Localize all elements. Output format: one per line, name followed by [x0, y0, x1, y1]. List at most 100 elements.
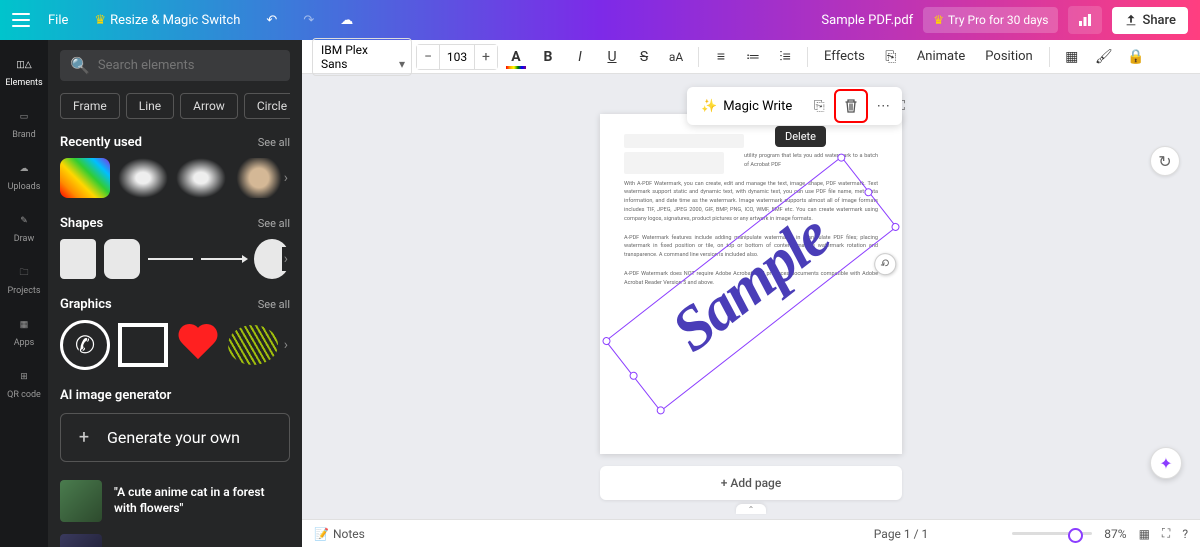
font-family-select[interactable]: IBM Plex Sans	[312, 38, 412, 76]
page-indicator: Page 1 / 1	[874, 527, 929, 541]
scroll-right-icon[interactable]: ›	[282, 166, 290, 190]
fullscreen-button[interactable]: ⛶	[1162, 526, 1170, 541]
scroll-right-icon[interactable]: ›	[282, 333, 290, 357]
upload-icon	[1124, 13, 1138, 27]
notes-button[interactable]: 📝 Notes	[314, 527, 365, 541]
text-case-button[interactable]: aA	[662, 43, 690, 71]
delete-button[interactable]	[836, 91, 866, 121]
graphic-briefcase[interactable]	[118, 323, 168, 367]
bold-button[interactable]: B	[534, 43, 562, 71]
font-size-input[interactable]	[439, 45, 475, 69]
align-button[interactable]: ≡	[707, 43, 735, 71]
chip-arrow[interactable]: Arrow	[180, 93, 238, 119]
rail-uploads[interactable]: ☁Uploads	[0, 150, 48, 200]
spacing-button[interactable]: ⫶≡	[771, 43, 799, 71]
ai-prompt-1[interactable]: "A cute anime cat in a forest with flowe…	[60, 474, 290, 528]
search-icon: 🔍	[70, 56, 90, 75]
rail-brand[interactable]: ▭Brand	[0, 98, 48, 148]
effects-button[interactable]: Effects	[816, 45, 873, 68]
zoom-slider[interactable]	[1012, 532, 1092, 535]
menu-icon[interactable]	[12, 13, 30, 27]
redo-button[interactable]: ↷	[295, 7, 322, 34]
transparency-button[interactable]: ▦	[1058, 43, 1086, 71]
rail-elements[interactable]: ◫△Elements	[0, 46, 48, 96]
plus-icon: +	[75, 429, 93, 447]
shapes-icon: ◫△	[14, 55, 34, 75]
search-input[interactable]	[98, 58, 280, 73]
prompt-thumbnail	[60, 534, 102, 547]
more-options-button[interactable]: ⋯	[868, 91, 898, 121]
resize-magic-switch-button[interactable]: ♛Resize & Magic Switch	[86, 7, 248, 34]
search-bar[interactable]: 🔍	[60, 50, 290, 81]
element-wing-right[interactable]	[176, 158, 226, 198]
generate-label: Generate your own	[107, 428, 240, 447]
recently-used-see-all[interactable]: See all	[258, 136, 290, 149]
rail-draw[interactable]: ✎Draw	[0, 202, 48, 252]
file-menu[interactable]: File	[40, 7, 76, 34]
document-page[interactable]: utility program that lets you add waterm…	[600, 114, 902, 454]
add-page-button[interactable]: + Add page	[600, 466, 902, 500]
undo-button[interactable]: ↶	[258, 7, 285, 34]
generate-your-own-button[interactable]: + Generate your own	[60, 413, 290, 462]
magic-write-button[interactable]: ✨Magic Write	[691, 91, 802, 121]
copy-style-button[interactable]: ⎘	[877, 43, 905, 71]
assistant-fab[interactable]: ✦	[1150, 447, 1182, 479]
canvas-stage[interactable]: ✨Magic Write ⎘ ⋯ 🔗 ⛶ Delete ↻ utility pr…	[302, 74, 1200, 519]
ai-prompt-2[interactable]: "Gothic castle surrounded by	[60, 528, 290, 547]
font-size-increase[interactable]: +	[475, 45, 497, 69]
element-rainbow[interactable]	[60, 158, 110, 198]
delete-tooltip: Delete	[775, 126, 826, 147]
refresh-button[interactable]: ↻	[1150, 146, 1180, 176]
graphics-title: Graphics	[60, 297, 112, 312]
rail-apps[interactable]: ▦Apps	[0, 306, 48, 356]
recently-used-title: Recently used	[60, 135, 142, 150]
copy-style-icon[interactable]: 🖌	[1090, 43, 1118, 71]
strikethrough-button[interactable]: S	[630, 43, 658, 71]
zoom-level[interactable]: 87%	[1104, 527, 1126, 541]
graphic-phone[interactable]: ✆	[60, 320, 110, 370]
shape-square[interactable]	[60, 239, 96, 279]
cloud-sync-icon[interactable]: ☁	[332, 7, 361, 34]
lock-button[interactable]: 🔒	[1122, 43, 1150, 71]
rail-projects[interactable]: 🗀Projects	[0, 254, 48, 304]
element-feather[interactable]	[234, 158, 284, 198]
magic-wand-icon: ✨	[701, 99, 717, 114]
qr-icon: ⊞	[14, 367, 34, 387]
shape-arrow[interactable]	[201, 258, 246, 260]
canvas-area: IBM Plex Sans − + A B I U S aA ≡ ≔ ⫶≡ Ef…	[302, 40, 1200, 547]
page-paragraph: utility program that lets you add waterm…	[744, 152, 878, 170]
analytics-button[interactable]	[1068, 6, 1102, 34]
try-pro-button[interactable]: ♛Try Pro for 30 days	[923, 7, 1058, 33]
underline-button[interactable]: U	[598, 43, 626, 71]
document-title[interactable]: Sample PDF.pdf	[821, 13, 913, 28]
pencil-icon: ✎	[14, 211, 34, 231]
rail-qrcode[interactable]: ⊞QR code	[0, 358, 48, 408]
chip-frame[interactable]: Frame	[60, 93, 120, 119]
text-color-button[interactable]: A	[502, 43, 530, 71]
position-button[interactable]: Position	[977, 45, 1040, 68]
help-button[interactable]: ?	[1182, 527, 1188, 541]
grid-icon: ▦	[14, 315, 34, 335]
list-button[interactable]: ≔	[739, 43, 767, 71]
chip-line[interactable]: Line	[126, 93, 174, 119]
graphic-scribble[interactable]	[228, 325, 278, 365]
redacted-block	[624, 134, 744, 148]
shape-line[interactable]	[148, 258, 193, 260]
duplicate-button[interactable]: ⎘	[804, 91, 834, 121]
graphic-heart[interactable]	[176, 325, 220, 365]
share-button[interactable]: Share	[1112, 7, 1188, 34]
element-wing-left[interactable]	[118, 158, 168, 198]
shapes-see-all[interactable]: See all	[258, 217, 290, 230]
chip-circle[interactable]: Circle	[244, 93, 290, 119]
animate-button[interactable]: Animate	[909, 45, 973, 68]
italic-button[interactable]: I	[566, 43, 594, 71]
font-size-decrease[interactable]: −	[417, 45, 439, 69]
brand-icon: ▭	[14, 107, 34, 127]
elements-panel: 🔍 Frame Line Arrow Circle Logo Recently …	[48, 40, 302, 547]
shape-rounded-square[interactable]	[104, 239, 140, 279]
grid-view-button[interactable]: ▦	[1139, 527, 1150, 541]
expand-pages-handle[interactable]: ⌃	[736, 504, 766, 514]
graphics-see-all[interactable]: See all	[258, 298, 290, 311]
scroll-right-icon[interactable]: ›	[282, 247, 290, 271]
prompt-text: "A cute anime cat in a forest with flowe…	[114, 485, 290, 516]
